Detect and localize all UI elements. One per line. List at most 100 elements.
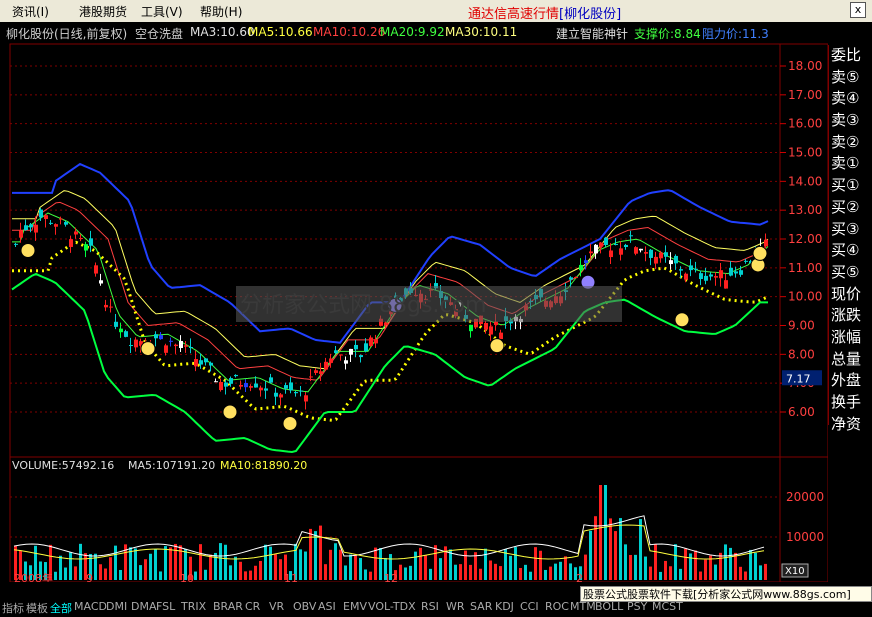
- volume-bar: [329, 549, 332, 580]
- volume-bar: [734, 552, 737, 580]
- quote-item[interactable]: 买③: [829, 219, 863, 241]
- quote-item[interactable]: 卖③: [829, 110, 863, 132]
- stock-label: 柳化股份(日线,前复权): [6, 27, 128, 41]
- candle-body: [359, 355, 363, 358]
- volume-bar: [609, 518, 612, 580]
- price-tick-label: 6.00: [788, 405, 815, 419]
- quote-item[interactable]: 涨跌: [829, 305, 863, 327]
- signal-marker: [489, 338, 505, 354]
- indicator-tabs: 指标 模板 全部 MACD DMI DMA FSL TRIX BRAR CR VR OBV ASI EMV…: [0, 586, 683, 617]
- volume-bar: [424, 555, 427, 580]
- quote-item[interactable]: 委比: [829, 45, 863, 67]
- candle-body: [639, 248, 643, 251]
- volume-bar: [249, 570, 252, 580]
- volume-bar: [74, 566, 77, 580]
- candle-body: [99, 280, 103, 284]
- quote-item[interactable]: 买①: [829, 175, 863, 197]
- quote-item[interactable]: 卖①: [829, 153, 863, 175]
- signal-marker: [674, 312, 690, 328]
- quote-item[interactable]: 买②: [829, 197, 863, 219]
- volume-bar: [524, 564, 527, 580]
- indicator-tab[interactable]: EMV: [343, 600, 367, 613]
- candle-body: [219, 381, 223, 391]
- indicator-tab[interactable]: 全部: [50, 600, 72, 616]
- close-button[interactable]: x: [850, 2, 866, 18]
- price-tick-label: 16.00: [788, 117, 822, 131]
- indicator-tab[interactable]: CR: [245, 600, 260, 613]
- quote-item[interactable]: 总量: [829, 349, 863, 371]
- menu-tools[interactable]: 工具(V): [141, 3, 183, 20]
- volume-bar: [624, 544, 627, 580]
- indicator-tab[interactable]: VR: [269, 600, 284, 613]
- candle-body: [214, 381, 218, 383]
- volume-bar: [604, 485, 607, 580]
- ma20-value: MA20:9.92: [380, 25, 445, 39]
- indicator-tab[interactable]: MACD: [74, 600, 107, 613]
- quote-item[interactable]: 买④: [829, 240, 863, 262]
- menu-hk-futures[interactable]: 港股期货: [79, 3, 127, 20]
- indicator-tab[interactable]: RSI: [421, 600, 439, 613]
- indicator-tab[interactable]: FSL: [156, 600, 175, 613]
- volume-bar: [364, 569, 367, 580]
- quote-item[interactable]: 换手: [829, 392, 863, 414]
- quote-item[interactable]: 外盘: [829, 370, 863, 392]
- candle-body: [89, 238, 93, 246]
- price-tick-label: 11.00: [788, 261, 822, 275]
- candle-body: [279, 394, 283, 398]
- candle-body: [289, 382, 293, 391]
- quote-item[interactable]: 现价: [829, 284, 863, 306]
- indicator-tab[interactable]: ROC: [545, 600, 569, 613]
- volume-bar: [534, 547, 537, 580]
- indicator-tab[interactable]: BRAR: [213, 600, 243, 613]
- indicator-tab[interactable]: WR: [446, 600, 465, 613]
- candle-body: [694, 268, 698, 270]
- indicator-name: 空仓洗盘: [135, 27, 184, 41]
- quote-item[interactable]: 卖⑤: [829, 67, 863, 89]
- indicator-tab[interactable]: VOL-TDX: [368, 600, 416, 613]
- price-tick-label: 9.00: [788, 319, 815, 333]
- candle-body: [469, 324, 473, 332]
- candle-body: [374, 339, 378, 344]
- quote-item[interactable]: 净资: [829, 414, 863, 436]
- indicator-tab[interactable]: DMA: [131, 600, 157, 613]
- quote-item[interactable]: 涨幅: [829, 327, 863, 349]
- app-title: 通达信高速行情[柳化股份]: [468, 3, 621, 22]
- indicator-tab[interactable]: SAR: [470, 600, 492, 613]
- volume-bar: [169, 547, 172, 580]
- indicator-tab[interactable]: OBV: [293, 600, 316, 613]
- watermark-text: 分析家公式网 88gs.com: [240, 293, 487, 318]
- candle-body: [299, 390, 303, 392]
- indicator-tab[interactable]: DMI: [106, 600, 127, 613]
- signal-marker: [752, 245, 768, 261]
- menu-news[interactable]: 资讯(I): [12, 3, 49, 20]
- price-tick-label: 12.00: [788, 232, 822, 246]
- quote-item[interactable]: 买⑤: [829, 262, 863, 284]
- candle-body: [194, 359, 198, 367]
- quote-item[interactable]: 卖④: [829, 88, 863, 110]
- candle-body: [624, 244, 628, 248]
- candle-body: [169, 340, 173, 342]
- indicator-tab[interactable]: TRIX: [181, 600, 206, 613]
- indicator-tab[interactable]: CCI: [520, 600, 539, 613]
- price-tick-label: 14.00: [788, 174, 822, 188]
- volume-bar: [59, 555, 62, 580]
- volume-bar: [729, 547, 732, 580]
- candle-body: [704, 275, 708, 281]
- volume-bar: [439, 558, 442, 580]
- volume-bar: [264, 544, 267, 580]
- indicator-tab[interactable]: KDJ: [495, 600, 514, 613]
- candle-body: [689, 265, 693, 271]
- indicator-tab[interactable]: 模板: [26, 600, 48, 616]
- candle-body: [114, 321, 118, 327]
- volume-bars: [13, 485, 767, 580]
- quote-item[interactable]: 卖②: [829, 132, 863, 154]
- candle-body: [349, 348, 353, 355]
- volume-bar: [504, 549, 507, 580]
- volume-bar: [669, 566, 672, 580]
- indicator-tab[interactable]: 指标: [2, 600, 24, 616]
- indicator-tab[interactable]: ASI: [318, 600, 336, 613]
- candle-body: [134, 339, 138, 348]
- candle-body: [384, 322, 388, 326]
- menu-help[interactable]: 帮助(H): [200, 3, 242, 20]
- candle-body: [184, 345, 188, 347]
